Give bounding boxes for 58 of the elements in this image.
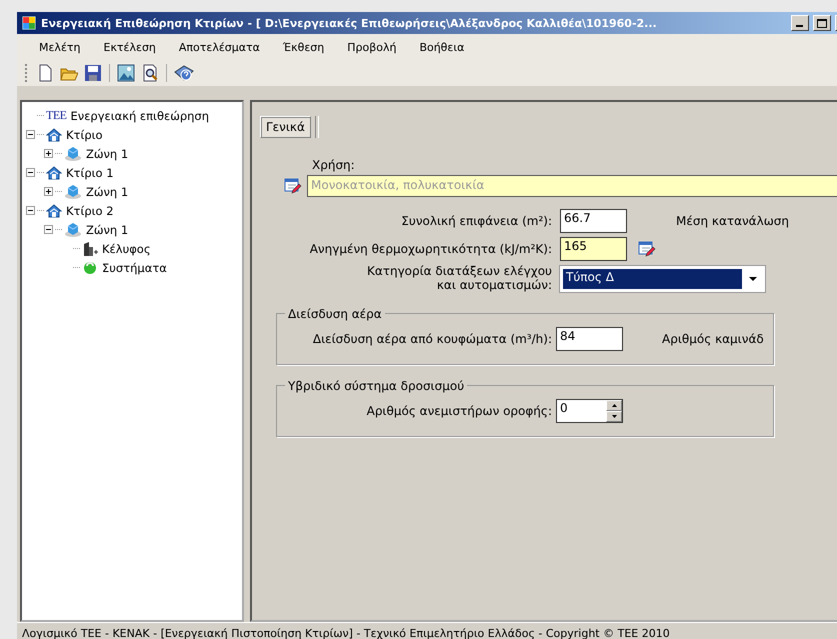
group-title: Υβριδικό σύστημα δροσισμού bbox=[287, 378, 466, 393]
field-label: Μέση κατανάλωση bbox=[676, 214, 789, 228]
input-field[interactable]: 66.7 bbox=[560, 209, 627, 233]
input-field[interactable]: 84 bbox=[556, 326, 623, 351]
menu-item[interactable]: Εκτέλεση bbox=[92, 40, 167, 54]
house-icon bbox=[46, 164, 62, 180]
cube-icon bbox=[64, 222, 82, 238]
menu-item[interactable]: Έκθεση bbox=[270, 40, 336, 54]
collapse-toggle-icon[interactable] bbox=[26, 206, 35, 215]
help-book-icon[interactable] bbox=[174, 64, 194, 82]
tree-item[interactable]: Συστήματα bbox=[100, 260, 169, 274]
input-field[interactable]: 165 bbox=[560, 237, 627, 261]
house-icon bbox=[46, 202, 62, 218]
cube-icon bbox=[64, 184, 82, 200]
menu-item[interactable]: Προβολή bbox=[335, 40, 408, 54]
tree-item[interactable]: Ζώνη 1 bbox=[84, 184, 130, 198]
field-label: Αριθμός καμινάδ bbox=[662, 332, 764, 346]
table-edit-icon[interactable] bbox=[284, 177, 302, 195]
tree-item[interactable]: Κτίριο 1 bbox=[64, 166, 116, 180]
save-icon[interactable] bbox=[84, 64, 102, 82]
collapse-toggle-icon[interactable] bbox=[26, 130, 35, 139]
tree-item[interactable]: Ζώνη 1 bbox=[84, 222, 130, 236]
menu-item[interactable]: Μελέτη bbox=[27, 40, 92, 54]
minimize-button[interactable] bbox=[791, 15, 809, 31]
collapse-toggle-icon[interactable] bbox=[44, 225, 53, 234]
maximize-icon[interactable] bbox=[817, 18, 827, 28]
dropdown[interactable]: Τύπος Δ bbox=[560, 266, 765, 292]
field-label: Χρήση: bbox=[312, 158, 356, 172]
tree-item[interactable]: Ζώνη 1 bbox=[84, 146, 130, 160]
table-edit-icon[interactable] bbox=[638, 240, 656, 258]
cube-icon bbox=[64, 146, 82, 162]
field-label: Ανηγμένη θερμοχωρητικότητα (kJ/m²K): bbox=[308, 242, 552, 256]
status-bar: Λογισμικό ΤΕΕ - ΚΕΝΑΚ - [Ενεργειακή Πιστοποίηση Κτιρίων] - Τεχνικό Επιμελητήριο Ελλάδος - Copyright © ΤΕΕ 2010 bbox=[17, 622, 837, 639]
tab[interactable]: Γενικά bbox=[260, 116, 311, 138]
house-icon bbox=[46, 126, 62, 142]
image-icon[interactable] bbox=[117, 64, 135, 82]
field-label: Διείσδυση αέρα από κουφώματα (m³/h): bbox=[312, 332, 552, 346]
tree-item[interactable]: Κέλυφος bbox=[100, 242, 153, 256]
menu-item[interactable]: Βοήθεια bbox=[407, 40, 476, 54]
dropdown-arrow-icon[interactable] bbox=[749, 276, 757, 281]
collapse-toggle-icon[interactable] bbox=[26, 168, 35, 177]
tee-logo: TEE bbox=[46, 108, 66, 123]
app-icon bbox=[21, 15, 37, 31]
field-label: Κατηγορία διατάξεων ελέγχου και αυτοματισμών: bbox=[366, 265, 552, 293]
expand-toggle-icon[interactable] bbox=[44, 187, 53, 196]
building-shell-icon bbox=[82, 240, 98, 256]
tree-item[interactable]: Κτίριο 2 bbox=[64, 204, 116, 218]
menu-item[interactable]: Αποτελέσματα bbox=[166, 40, 271, 54]
tree-item[interactable]: Ενεργειακή επιθεώρηση bbox=[68, 108, 211, 122]
field-label: Αριθμός ανεμιστήρων οροφής: bbox=[366, 404, 552, 418]
group-title: Διείσδυση αέρα bbox=[287, 306, 383, 321]
field-label: Συνολική επιφάνεια (m²): bbox=[400, 214, 552, 228]
expand-toggle-icon[interactable] bbox=[44, 149, 53, 158]
number-spinner[interactable]: 0 bbox=[556, 398, 623, 423]
print-preview-icon[interactable] bbox=[141, 64, 159, 82]
window-title: Ενεργειακή Επιθεώρηση Κτιρίων - [ D:\Ενεργειακές Επιθεωρήσεις\Αλέξανδρος Καλλιθέα\101960-2... bbox=[41, 16, 658, 30]
tree-item[interactable]: Κτίριο bbox=[64, 128, 105, 142]
maximize-button[interactable] bbox=[813, 15, 831, 31]
